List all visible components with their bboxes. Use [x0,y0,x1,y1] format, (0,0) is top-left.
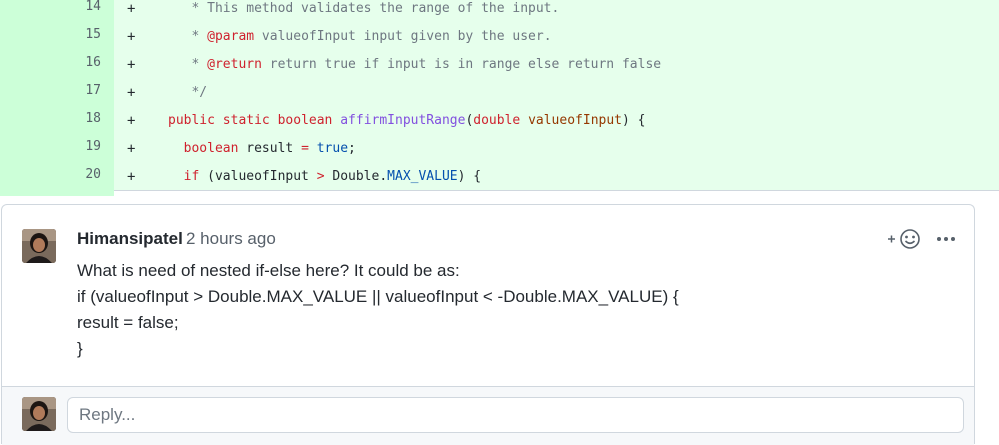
diff-line: 16 + * @return return true if input is in… [0,56,999,84]
code-token: @return [207,57,262,72]
code-token: (valueofInput [199,169,317,184]
comment-body-line: } [77,339,83,358]
code-line: public static boolean affirmInputRange(d… [168,112,645,130]
code-token: ) { [457,169,482,184]
line-number[interactable]: 20 [0,168,114,196]
code-line: * @return return true if input is in ran… [168,56,661,74]
comment-author-avatar[interactable] [22,229,56,263]
code-token: result [238,141,302,156]
diff-line: 20 + if (valueofInput > Double.MAX_VALUE)… [0,168,999,196]
code-token: if [183,169,200,184]
code-token: true [316,141,349,156]
code-token: double [473,113,521,128]
avatar-image [22,397,56,431]
comment-options-button[interactable] [935,228,957,250]
diff-added-marker: + [127,141,136,157]
diff-added-marker: + [127,57,136,73]
comment-body-line: What is need of nested if-else here? It … [77,261,460,280]
code-token: affirmInputRange [340,113,466,128]
current-user-avatar[interactable] [22,397,56,431]
diff-line: 19 + boolean result = true; [0,140,999,168]
diff-line: 14 + * This method validates the range of… [0,0,999,28]
code-line: * @param valueofInput input given by the… [168,28,552,46]
code-token: boolean [183,141,239,156]
kebab-horizontal-icon [937,237,955,241]
code-token: * [168,29,208,44]
diff-added-marker: + [127,169,136,185]
diff-line: 15 + * @param valueofInput input given by… [0,28,999,56]
diff-added-marker: + [127,85,136,101]
comment-body-line: result = false; [77,313,179,332]
code-token: = [301,141,309,156]
diff-hunk: 14 + * This method validates the range of… [0,0,999,196]
reply-input[interactable] [67,397,964,433]
code-line: */ [168,84,207,102]
code-token: ) { [622,113,646,128]
code-token: * This method validates the range of the… [168,1,560,16]
line-number[interactable]: 18 [0,112,114,140]
line-number[interactable]: 16 [0,56,114,84]
diff-added-marker: + [127,113,136,129]
diff-added-marker: + [127,29,136,45]
code-token: valueofInput input given by the user. [254,29,552,44]
diff-added-marker: + [127,1,136,17]
code-token: Double. [324,169,388,184]
code-line: if (valueofInput > Double.MAX_VALUE) { [168,168,481,186]
add-reaction-button[interactable] [886,228,922,250]
code-token: */ [168,85,208,100]
code-token: ; [348,141,356,156]
diff-line: 17 + */ [0,84,999,112]
code-line: boolean result = true; [168,140,356,158]
line-number[interactable]: 19 [0,140,114,168]
line-number[interactable]: 14 [0,0,114,28]
comment-body-line: if (valueofInput > Double.MAX_VALUE || v… [77,287,679,306]
comment-author[interactable]: Himansipatel [77,229,183,249]
code-token: @param [207,29,255,44]
code-token: return true if input is in range else re… [261,57,662,72]
smiley-plus-icon [888,229,920,249]
code-token: boolean [277,113,333,128]
code-token: * [168,57,208,72]
code-token: > [316,169,325,184]
code-token: public [168,113,215,128]
diff-line: 18 + public static boolean affirmInputRang… [0,112,999,140]
line-number[interactable]: 17 [0,84,114,112]
code-line: * This method validates the range of the… [168,0,559,18]
avatar-image [22,229,56,263]
line-number[interactable]: 15 [0,28,114,56]
code-token: valueofInput [528,113,622,128]
comment-timestamp[interactable]: 2 hours ago [186,229,276,249]
code-token: static [222,113,270,128]
code-token: MAX_VALUE [387,169,458,184]
